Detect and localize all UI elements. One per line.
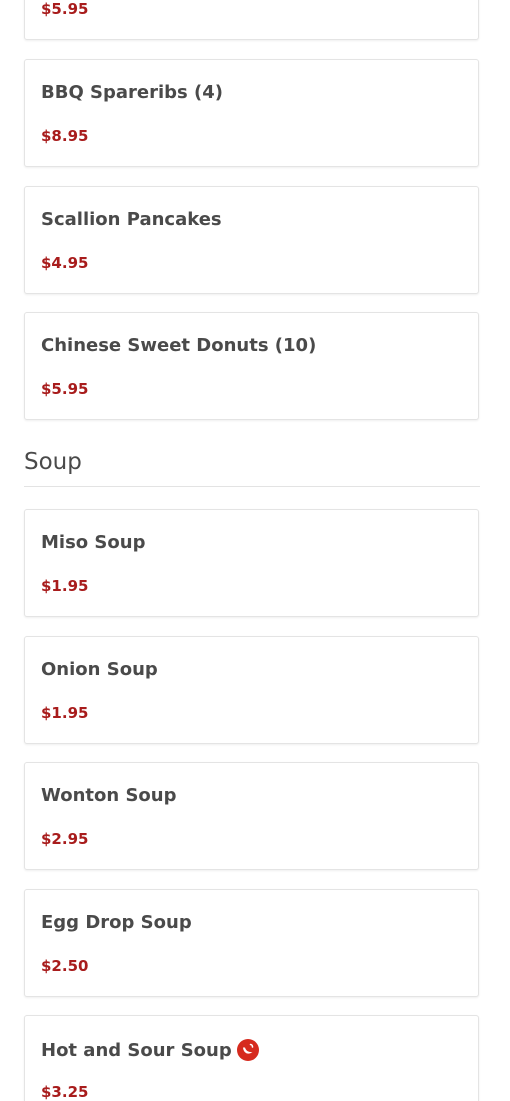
menu-item-price: $2.50 — [41, 957, 89, 975]
section-header-soup: Soup — [24, 447, 480, 487]
menu-item-card[interactable]: Egg Drop Soup $2.50 — [24, 889, 479, 997]
menu-item-name: Chinese Sweet Donuts (10) — [41, 335, 317, 356]
menu-item-card[interactable]: BBQ Spareribs (4) $8.95 — [24, 59, 479, 167]
menu-item-price: $4.95 — [41, 254, 89, 272]
menu-page: $5.95 BBQ Spareribs (4) $8.95 Scallion P… — [0, 0, 510, 1101]
menu-item-price: $3.25 — [41, 1083, 89, 1101]
menu-item-name: Scallion Pancakes — [41, 209, 222, 230]
menu-item-card[interactable]: Chinese Sweet Donuts (10) $5.95 — [24, 312, 479, 420]
menu-item-card[interactable]: Hot and Sour Soup $3.25 — [24, 1015, 479, 1101]
menu-item-price: $5.95 — [41, 380, 89, 398]
menu-item-name: Onion Soup — [41, 659, 158, 680]
menu-item-price: $5.95 — [41, 0, 89, 18]
menu-item-card[interactable]: Onion Soup $1.95 — [24, 636, 479, 744]
menu-item-price: $2.95 — [41, 830, 89, 848]
menu-item-card[interactable]: $5.95 — [24, 0, 479, 40]
menu-item-name-row: Hot and Sour Soup — [41, 1038, 260, 1062]
menu-item-name: Egg Drop Soup — [41, 912, 192, 933]
menu-item-name: Miso Soup — [41, 532, 146, 553]
menu-item-price: $1.95 — [41, 577, 89, 595]
menu-item-card[interactable]: Scallion Pancakes $4.95 — [24, 186, 479, 294]
menu-item-name: Hot and Sour Soup — [41, 1039, 232, 1061]
menu-item-name: BBQ Spareribs (4) — [41, 82, 223, 103]
section-title: Soup — [24, 449, 82, 475]
menu-item-card[interactable]: Miso Soup $1.95 — [24, 509, 479, 617]
menu-item-card[interactable]: Wonton Soup $2.95 — [24, 762, 479, 870]
menu-item-name: Wonton Soup — [41, 785, 177, 806]
menu-item-price: $8.95 — [41, 127, 89, 145]
spicy-pepper-icon — [236, 1038, 260, 1062]
menu-item-price: $1.95 — [41, 704, 89, 722]
